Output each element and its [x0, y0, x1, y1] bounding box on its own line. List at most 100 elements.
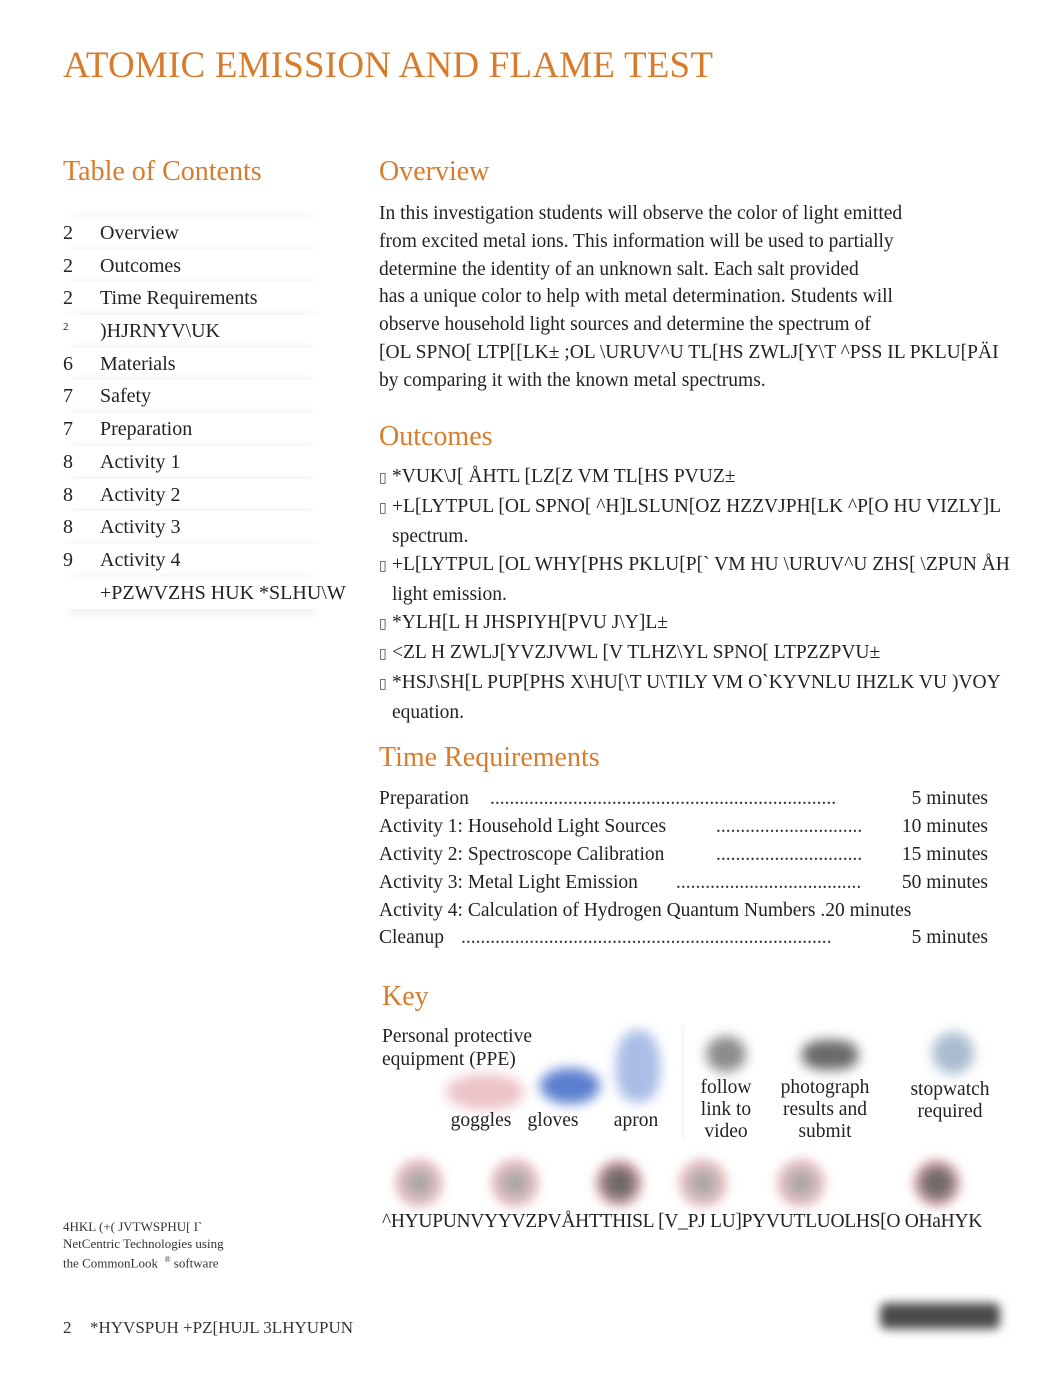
accessibility-credit: 4HKL (+( JVTWSPHU[ I` NetCentric Technol…	[63, 1219, 224, 1272]
outcomes-heading: Outcomes	[379, 421, 493, 452]
toc-label: Materials	[100, 352, 176, 375]
toc-item[interactable]: 7 Preparation	[63, 413, 321, 446]
toc-page-number: 2	[63, 254, 73, 277]
flammable-hazard-icon	[594, 1158, 644, 1208]
time-duration: 5 minutes	[911, 927, 988, 949]
toc-item[interactable]: 8 Activity 3	[63, 511, 321, 544]
ppe-label: Personal protective equipment (PPE)	[382, 1026, 532, 1070]
overview-line: by comparing it with the known metal spe…	[379, 369, 766, 391]
outcome-text: +L[LYTPUL [OL WHY[PHS PKLU[P[` VM HU \UR…	[392, 554, 1010, 575]
bullet-box-icon: ▯	[379, 471, 387, 486]
hazard-labels: ^HYUPUNVYYVZPVÅHTTHISL [V_PJ LU]PYVUTLUO…	[382, 1211, 983, 1232]
camera-icon	[802, 1040, 858, 1070]
toc-label: Outcomes	[100, 254, 182, 277]
toc-item[interactable]: 2)HJRNYV\UK	[63, 315, 321, 348]
photograph-label-line: results and	[783, 1099, 867, 1120]
time-task: Activity 3: Metal Light Emission	[379, 871, 638, 893]
stopwatch-label-line: stopwatch	[910, 1079, 990, 1100]
time-task: Activity 2: Spectroscope Calibration	[379, 843, 665, 865]
overview-line: In this investigation students will obse…	[379, 203, 903, 224]
table-of-contents: 2 Overview 2 Outcomes 2 Time Requirements 2)HJ…	[63, 217, 346, 610]
toc-item[interactable]: +PZWVZHS HUK *SLHU\W	[63, 577, 346, 610]
outcome-text: +L[LYTPUL [OL SPNO[ ^H]LSLUN[OZ HZZVJPH[…	[392, 496, 1002, 517]
toc-item[interactable]: 7 Safety	[63, 380, 321, 413]
dot-leader: ......................................	[676, 871, 862, 893]
outcome-text: *YLH[L H JHSPIYH[PVU J\Y]L±	[392, 612, 668, 633]
dot-leader: ........................................…	[461, 927, 832, 949]
outcomes-list: ▯ *VUK\J[ ÅHTL [LZ[Z VM TL[HS PVUZ± ▯ +L[LY…	[379, 463, 1062, 727]
photograph-label: photograph results and submit	[772, 1077, 878, 1143]
outcome-text: <ZL H ZWLJ[YVZJVWL [V TLHZ\YL SPNO[ LTPZ…	[392, 642, 881, 663]
time-task: Activity 4: Calculation of Hydrogen Quan…	[379, 899, 912, 921]
dot-leader: ..............................	[716, 815, 863, 837]
overview-line: determine the identity of an unknown sal…	[379, 258, 859, 280]
outcome-item: ▯ *HSJ\SH[L PUP[PHS X\HU[\T U\TILY VM O`K…	[379, 669, 1062, 727]
video-link-label-line: video	[704, 1121, 748, 1142]
toc-page-number: 2	[63, 287, 73, 310]
stopwatch-label-line: required	[917, 1101, 983, 1122]
toc-page-number: 7	[63, 385, 73, 408]
toxic-hazard-icon	[678, 1158, 728, 1208]
time-row: Activity 1: Household Light Sources.....…	[379, 813, 999, 841]
outcome-item: ▯ <ZL H ZWLJ[YVZJVWL [V TLHZ\YL SPNO[ LTP…	[379, 639, 1062, 669]
dot-leader: ..............................	[716, 843, 863, 865]
toc-item[interactable]: 9 Activity 4	[63, 544, 321, 577]
outcome-continuation: equation.	[392, 702, 465, 723]
outcome-text: *HSJ\SH[L PUP[PHS X\HU[\T U\TILY VM O`KY…	[392, 672, 1001, 693]
toc-item[interactable]: 8 Activity 1	[63, 446, 321, 479]
toc-label: Activity 3	[100, 516, 181, 539]
toc-page-number: 8	[63, 516, 73, 539]
time-duration: 50 minutes	[901, 871, 988, 893]
key-divider	[682, 1025, 684, 1140]
toc-item[interactable]: 6 Materials	[63, 348, 321, 381]
video-link-label: follow link to video	[688, 1077, 764, 1143]
time-task: Activity 1: Household Light Sources	[379, 815, 667, 837]
outcome-item: ▯ +L[LYTPUL [OL SPNO[ ^H]LSLUN[OZ HZZVJPH…	[379, 493, 1062, 551]
publisher-logo-icon	[880, 1303, 1000, 1329]
time-duration: 10 minutes	[901, 815, 988, 837]
outcome-item: ▯ +L[LYTPUL [OL WHY[PHS PKLU[P[` VM HU \U…	[379, 551, 1062, 609]
time-duration: 5 minutes	[911, 788, 988, 809]
toc-page-number: 8	[63, 450, 73, 473]
stopwatch-label: stopwatch required	[900, 1079, 1000, 1123]
toc-page-number: 2	[63, 222, 73, 244]
toc-label: Safety	[100, 385, 152, 408]
credit-line-2: NetCentric Technologies using	[63, 1235, 224, 1251]
toc-label: )HJRNYV\UK	[100, 320, 220, 343]
video-link-label-line: follow	[700, 1077, 752, 1098]
toc-item[interactable]: 2 Time Requirements	[63, 282, 321, 315]
goggles-icon	[446, 1074, 524, 1110]
outcome-item: ▯ *YLH[L H JHSPIYH[PVU J\Y]L±	[379, 609, 1062, 639]
apron-icon	[616, 1030, 660, 1102]
toc-label: Overview	[100, 222, 179, 244]
footer-title: *HYVSPUH +PZ[HUJL 3LHYUPUN	[90, 1318, 354, 1337]
photograph-label-line: submit	[798, 1121, 852, 1142]
environment-hazard-icon	[776, 1158, 826, 1208]
toc-label: Activity 1	[100, 450, 181, 473]
overview-line: [OL SPNO[ LTP[[LK± ;OL \URUV^U TL[HS ZWL…	[379, 341, 999, 363]
apron-label: apron	[613, 1110, 659, 1131]
time-duration: 15 minutes	[901, 843, 988, 865]
toc-page-number: 8	[63, 483, 73, 506]
time-task: Preparation	[379, 788, 469, 809]
overview-body: In this investigation students will obse…	[379, 200, 1062, 395]
toc-page-number: 7	[63, 418, 73, 441]
video-link-label-line: link to	[700, 1099, 752, 1120]
time-task: Cleanup	[379, 927, 444, 949]
time-requirements-heading: Time Requirements	[379, 742, 600, 773]
bullet-box-icon: ▯	[379, 501, 387, 516]
toc-page-number: 6	[63, 352, 73, 375]
time-row: Activity 2: Spectroscope Calibration....…	[379, 841, 999, 869]
time-row: Activity 4: Calculation of Hydrogen Quan…	[379, 897, 999, 925]
toc-item[interactable]: 2 Outcomes	[63, 250, 321, 283]
toc-item[interactable]: 8 Activity 2	[63, 479, 321, 512]
time-row: Preparation.............................…	[379, 785, 999, 813]
toc-label: Activity 4	[100, 548, 181, 571]
toc-item[interactable]: 2 Overview	[63, 217, 321, 250]
warning-hazard-icon	[394, 1158, 444, 1208]
gloves-label: gloves	[527, 1110, 579, 1131]
bullet-box-icon: ▯	[379, 617, 387, 632]
outcome-text: *VUK\J[ ÅHTL [LZ[Z VM TL[HS PVUZ±	[392, 466, 736, 487]
document-title: ATOMIC EMISSION AND FLAME TEST	[63, 45, 714, 86]
bullet-box-icon: ▯	[379, 559, 387, 574]
